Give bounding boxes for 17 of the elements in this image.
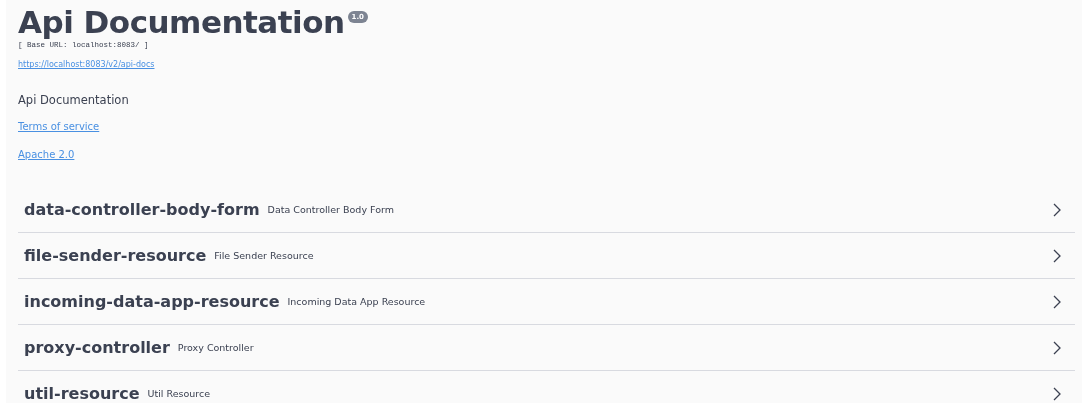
description-text: Api Documentation xyxy=(18,92,130,110)
chevron-icon[interactable] xyxy=(1053,202,1061,217)
tag-description: Util Resource xyxy=(147,387,211,402)
tag-description: Incoming Data App Resource xyxy=(287,294,426,309)
chevron-icon[interactable] xyxy=(1053,340,1061,355)
tag-name[interactable]: proxy-controller xyxy=(24,335,170,360)
tag-name[interactable]: incoming-data-app-resource xyxy=(24,289,280,314)
page-title: Api Documentation xyxy=(18,4,345,40)
tag-name[interactable]: data-controller-body-form xyxy=(24,197,260,222)
chevron-icon[interactable] xyxy=(1053,248,1061,263)
tag-name[interactable]: util-resource xyxy=(24,382,140,403)
chevron-icon[interactable] xyxy=(1053,387,1061,402)
tag-name[interactable]: file-sender-resource xyxy=(24,243,207,268)
tag-description: File Sender Resource xyxy=(214,248,314,263)
chevron-icon[interactable] xyxy=(1053,294,1061,309)
tag-description: Proxy Controller xyxy=(177,340,254,355)
tag-description: Data Controller Body Form xyxy=(267,202,394,217)
